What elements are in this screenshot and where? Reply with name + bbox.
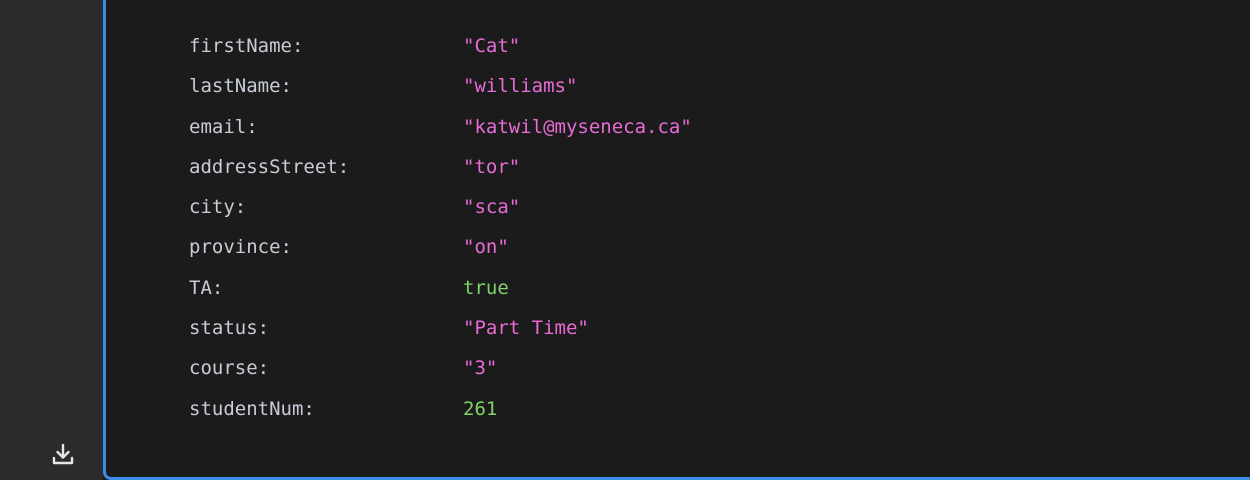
- property-value: "Cat": [463, 35, 521, 57]
- property-value: "sca": [463, 196, 521, 219]
- property-key: province:: [189, 236, 292, 259]
- download-button[interactable]: [48, 440, 78, 470]
- property-key: city:: [189, 196, 247, 219]
- property-key: addressStreet:: [189, 155, 350, 178]
- property-key: TA:: [189, 276, 224, 299]
- download-icon: [52, 443, 74, 465]
- property-value: true: [463, 276, 509, 299]
- json-viewer-window: firstName: "Cat" lastName: "williams" em…: [0, 0, 1250, 480]
- property-key: studentNum:: [189, 397, 315, 420]
- property-value: "katwil@myseneca.ca": [463, 115, 692, 138]
- property-key: email:: [189, 115, 258, 138]
- property-value: "3": [463, 357, 498, 380]
- property-key: lastName:: [189, 75, 292, 98]
- property-key: firstName:: [189, 35, 304, 57]
- property-value: "williams": [463, 75, 578, 98]
- left-gutter: [0, 0, 103, 480]
- property-value: "on": [463, 236, 509, 259]
- property-key: status:: [189, 317, 270, 340]
- property-value: "tor": [463, 155, 521, 178]
- property-value: "Part Time": [463, 317, 589, 340]
- property-key: course:: [189, 357, 270, 380]
- property-value: 261: [463, 397, 498, 420]
